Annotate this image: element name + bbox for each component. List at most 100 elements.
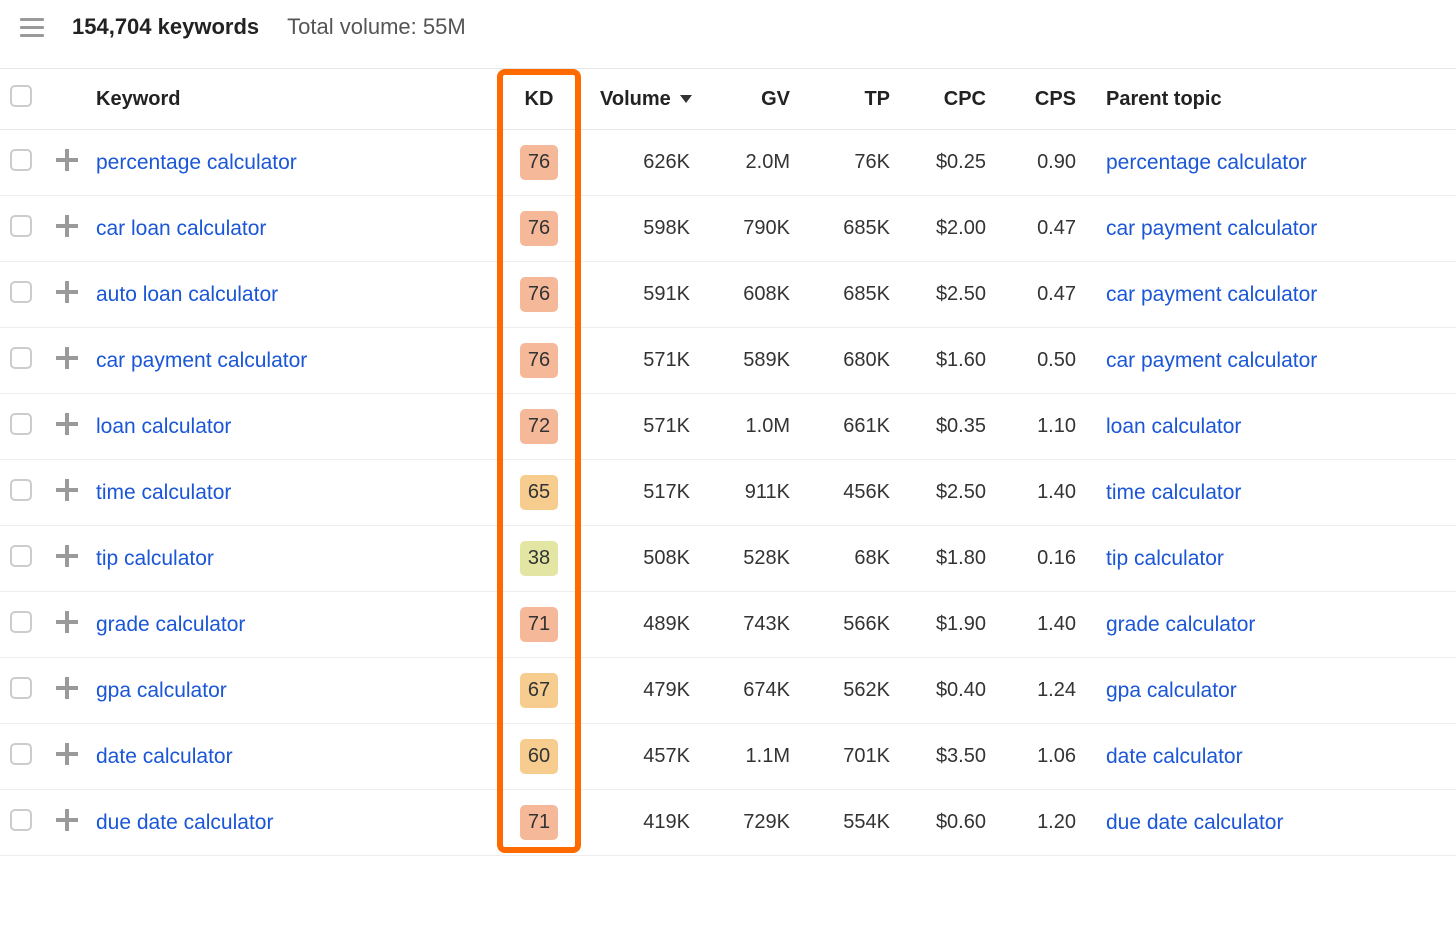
keyword-link[interactable]: tip calculator <box>96 547 214 570</box>
col-parent-topic[interactable]: Parent topic <box>1086 69 1456 130</box>
cell-gv: 911K <box>700 460 800 526</box>
cell-volume: 479K <box>590 658 700 724</box>
row-checkbox[interactable] <box>10 743 32 765</box>
col-select-all[interactable] <box>0 69 46 130</box>
cell-gv: 608K <box>700 262 800 328</box>
expand-icon[interactable] <box>56 281 78 303</box>
parent-topic-link[interactable]: tip calculator <box>1106 547 1224 570</box>
keyword-table: Keyword KD Volume GV TP CPC CPS Parent t… <box>0 69 1456 856</box>
expand-icon[interactable] <box>56 215 78 237</box>
cell-cpc: $1.90 <box>900 592 996 658</box>
table-header-row: Keyword KD Volume GV TP CPC CPS Parent t… <box>0 69 1456 130</box>
cell-cpc: $2.00 <box>900 196 996 262</box>
expand-icon[interactable] <box>56 611 78 633</box>
expand-icon[interactable] <box>56 677 78 699</box>
keyword-link[interactable]: grade calculator <box>96 613 245 636</box>
cell-tp: 554K <box>800 790 900 856</box>
cell-cps: 0.47 <box>996 262 1086 328</box>
col-tp[interactable]: TP <box>800 69 900 130</box>
keyword-link[interactable]: loan calculator <box>96 415 231 438</box>
summary-bar: 154,704 keywords Total volume: 55M <box>0 0 1456 69</box>
cell-cpc: $0.35 <box>900 394 996 460</box>
expand-icon[interactable] <box>56 149 78 171</box>
cell-volume: 419K <box>590 790 700 856</box>
cell-cpc: $0.60 <box>900 790 996 856</box>
cell-cpc: $1.80 <box>900 526 996 592</box>
cell-tp: 562K <box>800 658 900 724</box>
row-checkbox[interactable] <box>10 215 32 237</box>
cell-gv: 2.0M <box>700 130 800 196</box>
total-volume: Total volume: 55M <box>287 14 466 40</box>
parent-topic-link[interactable]: car payment calculator <box>1106 283 1317 306</box>
parent-topic-link[interactable]: loan calculator <box>1106 415 1241 438</box>
expand-icon[interactable] <box>56 479 78 501</box>
table-row: time calculator65517K911K456K$2.501.40ti… <box>0 460 1456 526</box>
expand-icon[interactable] <box>56 809 78 831</box>
parent-topic-link[interactable]: percentage calculator <box>1106 151 1307 174</box>
row-checkbox[interactable] <box>10 413 32 435</box>
col-expand <box>46 69 86 130</box>
keyword-link[interactable]: due date calculator <box>96 811 273 834</box>
cell-volume: 591K <box>590 262 700 328</box>
col-cps[interactable]: CPS <box>996 69 1086 130</box>
cell-tp: 685K <box>800 196 900 262</box>
row-checkbox[interactable] <box>10 149 32 171</box>
parent-topic-link[interactable]: car payment calculator <box>1106 349 1317 372</box>
expand-icon[interactable] <box>56 347 78 369</box>
parent-topic-link[interactable]: grade calculator <box>1106 613 1255 636</box>
menu-icon[interactable] <box>20 18 44 37</box>
keyword-link[interactable]: percentage calculator <box>96 151 297 174</box>
cell-cps: 0.47 <box>996 196 1086 262</box>
table-row: due date calculator71419K729K554K$0.601.… <box>0 790 1456 856</box>
table-row: percentage calculator76626K2.0M76K$0.250… <box>0 130 1456 196</box>
cell-tp: 76K <box>800 130 900 196</box>
row-checkbox[interactable] <box>10 809 32 831</box>
cell-cps: 1.06 <box>996 724 1086 790</box>
expand-icon[interactable] <box>56 413 78 435</box>
expand-icon[interactable] <box>56 743 78 765</box>
parent-topic-link[interactable]: gpa calculator <box>1106 679 1237 702</box>
parent-topic-link[interactable]: car payment calculator <box>1106 217 1317 240</box>
col-keyword[interactable]: Keyword <box>86 69 488 130</box>
select-all-checkbox[interactable] <box>10 85 32 107</box>
keyword-link[interactable]: gpa calculator <box>96 679 227 702</box>
cell-gv: 790K <box>700 196 800 262</box>
cell-gv: 743K <box>700 592 800 658</box>
cell-cpc: $2.50 <box>900 262 996 328</box>
cell-tp: 680K <box>800 328 900 394</box>
parent-topic-link[interactable]: due date calculator <box>1106 811 1283 834</box>
cell-volume: 508K <box>590 526 700 592</box>
parent-topic-link[interactable]: date calculator <box>1106 745 1243 768</box>
row-checkbox[interactable] <box>10 479 32 501</box>
kd-badge: 38 <box>520 541 558 576</box>
row-checkbox[interactable] <box>10 347 32 369</box>
cell-cps: 0.50 <box>996 328 1086 394</box>
cell-volume: 626K <box>590 130 700 196</box>
row-checkbox[interactable] <box>10 677 32 699</box>
keyword-link[interactable]: car payment calculator <box>96 349 307 372</box>
table-row: date calculator60457K1.1M701K$3.501.06da… <box>0 724 1456 790</box>
cell-tp: 685K <box>800 262 900 328</box>
cell-cps: 1.20 <box>996 790 1086 856</box>
kd-badge: 60 <box>520 739 558 774</box>
cell-cps: 1.40 <box>996 460 1086 526</box>
parent-topic-link[interactable]: time calculator <box>1106 481 1241 504</box>
cell-gv: 528K <box>700 526 800 592</box>
col-gv[interactable]: GV <box>700 69 800 130</box>
kd-badge: 72 <box>520 409 558 444</box>
cell-volume: 571K <box>590 328 700 394</box>
keyword-link[interactable]: date calculator <box>96 745 233 768</box>
cell-cpc: $2.50 <box>900 460 996 526</box>
col-cpc[interactable]: CPC <box>900 69 996 130</box>
keyword-link[interactable]: time calculator <box>96 481 231 504</box>
expand-icon[interactable] <box>56 545 78 567</box>
col-volume[interactable]: Volume <box>590 69 700 130</box>
keyword-link[interactable]: auto loan calculator <box>96 283 278 306</box>
col-kd[interactable]: KD <box>488 69 590 130</box>
keyword-link[interactable]: car loan calculator <box>96 217 266 240</box>
row-checkbox[interactable] <box>10 281 32 303</box>
table-row: auto loan calculator76591K608K685K$2.500… <box>0 262 1456 328</box>
row-checkbox[interactable] <box>10 545 32 567</box>
kd-badge: 76 <box>520 343 558 378</box>
row-checkbox[interactable] <box>10 611 32 633</box>
